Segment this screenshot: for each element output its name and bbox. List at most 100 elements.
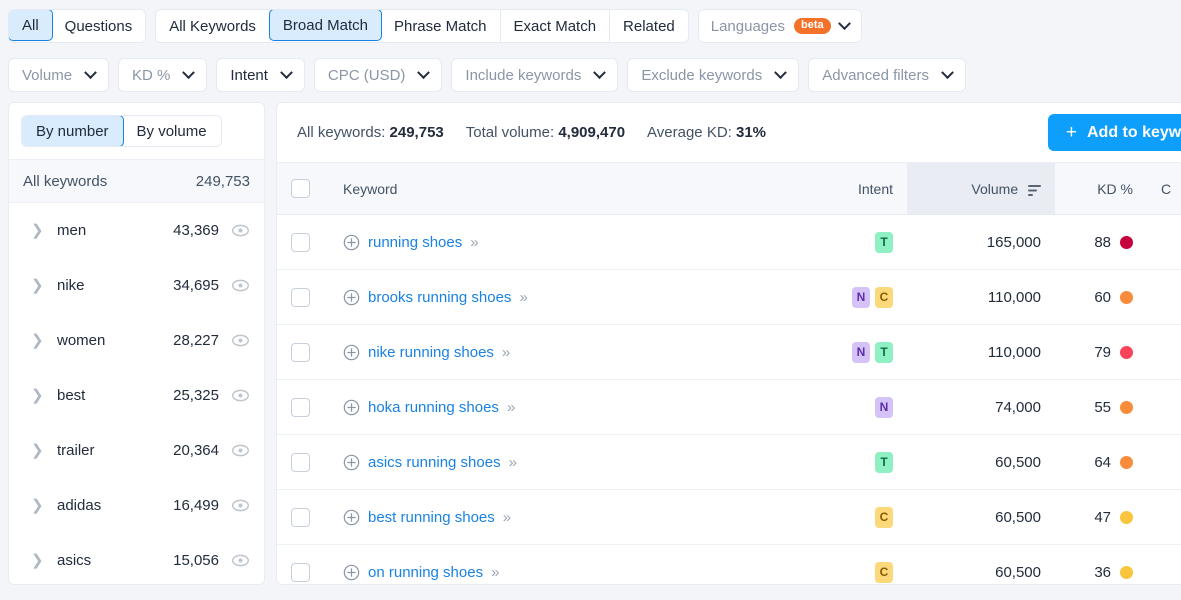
stat-average-kd-label: Average KD: bbox=[647, 124, 732, 141]
add-to-keyword-list-button[interactable]: + Add to keyword bbox=[1047, 114, 1181, 151]
kd-value: 55 bbox=[1094, 398, 1111, 416]
expand-keyword-icon[interactable]: » bbox=[509, 454, 517, 471]
filter-advanced-filters[interactable]: Advanced filters bbox=[808, 58, 966, 92]
tab-exact-match[interactable]: Exact Match bbox=[500, 10, 611, 42]
row-checkbox[interactable] bbox=[291, 562, 310, 582]
keyword-link[interactable]: on running shoes bbox=[368, 564, 483, 581]
table-row[interactable]: on running shoes » C 60,500 36 bbox=[277, 545, 1181, 585]
table-row[interactable]: brooks running shoes» N C 110,000 60 bbox=[277, 269, 1181, 325]
table-row[interactable]: hoka running shoes » N 74,000 55 bbox=[277, 379, 1181, 435]
add-keyword-icon[interactable] bbox=[343, 454, 360, 471]
add-keyword-icon[interactable] bbox=[343, 289, 360, 306]
select-all-checkbox[interactable] bbox=[291, 179, 310, 198]
chevron-right-icon[interactable]: ❯ bbox=[31, 553, 45, 568]
sidebar-toggle-wrap: By number By volume bbox=[9, 103, 264, 160]
visibility-eye-icon[interactable] bbox=[231, 331, 250, 350]
sidebar-item-asics[interactable]: ❯ asics 15,056 bbox=[9, 533, 264, 584]
sidebar-item-best[interactable]: ❯ best 25,325 bbox=[9, 368, 264, 423]
intent-badge-C[interactable]: C bbox=[875, 286, 893, 308]
sidebar-item-men[interactable]: ❯ men 43,369 bbox=[9, 203, 264, 258]
expand-keyword-icon[interactable]: » bbox=[507, 399, 515, 416]
sidebar-item-label: best bbox=[57, 387, 86, 404]
chevron-right-icon[interactable]: ❯ bbox=[31, 498, 45, 513]
intent-badge-T[interactable]: T bbox=[875, 231, 893, 253]
intent-badge-T[interactable]: T bbox=[875, 451, 893, 473]
expand-keyword-icon[interactable]: » bbox=[503, 509, 511, 526]
visibility-eye-icon[interactable] bbox=[231, 276, 250, 295]
filter-label: Volume bbox=[22, 66, 73, 84]
intent-badge-C[interactable]: C bbox=[875, 561, 893, 583]
row-checkbox[interactable] bbox=[291, 232, 310, 252]
filter-cpc-usd-[interactable]: CPC (USD) bbox=[313, 58, 443, 92]
add-keyword-icon[interactable] bbox=[343, 234, 360, 251]
chevron-right-icon[interactable]: ❯ bbox=[31, 223, 45, 238]
sidebar-item-nike[interactable]: ❯ nike 34,695 bbox=[9, 258, 264, 313]
chevron-right-icon[interactable]: ❯ bbox=[31, 278, 45, 293]
keyword-link[interactable]: hoka running shoes bbox=[368, 399, 499, 416]
chevron-right-icon[interactable]: ❯ bbox=[31, 443, 45, 458]
sidebar-item-label: nike bbox=[57, 277, 85, 294]
sidebar-item-women[interactable]: ❯ women 28,227 bbox=[9, 313, 264, 368]
chevron-right-icon[interactable]: ❯ bbox=[31, 388, 45, 403]
expand-keyword-icon[interactable]: » bbox=[491, 564, 499, 581]
header-intent[interactable]: Intent bbox=[797, 162, 907, 215]
kd-value: 88 bbox=[1094, 233, 1111, 251]
filter-exclude-keywords[interactable]: Exclude keywords bbox=[627, 58, 800, 92]
sidebar-item-adidas[interactable]: ❯ adidas 16,499 bbox=[9, 478, 264, 533]
add-keyword-icon[interactable] bbox=[343, 509, 360, 526]
intent-badge-N[interactable]: N bbox=[852, 341, 870, 363]
tab-phrase-match[interactable]: Phrase Match bbox=[380, 10, 501, 42]
expand-keyword-icon[interactable]: » bbox=[502, 344, 510, 361]
expand-keyword-icon[interactable]: » bbox=[519, 289, 527, 306]
filter-intent[interactable]: Intent bbox=[216, 58, 305, 92]
visibility-eye-icon[interactable] bbox=[231, 441, 250, 460]
keyword-link[interactable]: asics running shoes bbox=[368, 454, 501, 471]
visibility-eye-icon[interactable] bbox=[231, 221, 250, 240]
add-keyword-icon[interactable] bbox=[343, 344, 360, 361]
languages-dropdown[interactable]: Languages beta bbox=[697, 9, 862, 43]
kd-value: 36 bbox=[1094, 563, 1111, 581]
sort-mode-by-volume[interactable]: By volume bbox=[122, 116, 221, 146]
keyword-link[interactable]: brooks running shoes bbox=[368, 289, 511, 306]
header-cpc[interactable]: C bbox=[1147, 162, 1181, 215]
row-checkbox[interactable] bbox=[291, 452, 310, 472]
row-checkbox[interactable] bbox=[291, 287, 310, 307]
filter-kd-[interactable]: KD % bbox=[118, 58, 208, 92]
keyword-link[interactable]: best running shoes bbox=[368, 509, 495, 526]
keyword-link[interactable]: nike running shoes bbox=[368, 344, 494, 361]
add-keyword-icon[interactable] bbox=[343, 399, 360, 416]
sort-mode-by-number[interactable]: By number bbox=[21, 116, 124, 146]
visibility-eye-icon[interactable] bbox=[231, 551, 250, 570]
table-row[interactable]: best running shoes » C 60,500 47 bbox=[277, 489, 1181, 545]
visibility-eye-icon[interactable] bbox=[231, 386, 250, 405]
chevron-right-icon[interactable]: ❯ bbox=[31, 333, 45, 348]
header-kd[interactable]: KD % bbox=[1055, 162, 1147, 215]
intent-badge-N[interactable]: N bbox=[875, 396, 893, 418]
tab-all-keywords[interactable]: All Keywords bbox=[156, 10, 270, 42]
tab-broad-match[interactable]: Broad Match bbox=[268, 10, 382, 41]
filter-include-keywords[interactable]: Include keywords bbox=[451, 58, 619, 92]
header-volume[interactable]: Volume bbox=[907, 162, 1055, 215]
kd-difficulty-dot bbox=[1120, 400, 1133, 414]
intent-badge-T[interactable]: T bbox=[875, 341, 893, 363]
sidebar-all-keywords-row[interactable]: All keywords 249,753 bbox=[9, 160, 264, 203]
table-row[interactable]: asics running shoes » T 60,500 64 bbox=[277, 434, 1181, 490]
row-checkbox[interactable] bbox=[291, 397, 310, 417]
keyword-cell: nike running shoes » bbox=[329, 324, 797, 380]
header-keyword[interactable]: Keyword bbox=[329, 162, 797, 215]
visibility-eye-icon[interactable] bbox=[231, 496, 250, 515]
row-checkbox[interactable] bbox=[291, 342, 310, 362]
sidebar-item-trailer[interactable]: ❯ trailer 20,364 bbox=[9, 423, 264, 478]
tab-all[interactable]: All bbox=[9, 10, 53, 41]
intent-badge-C[interactable]: C bbox=[875, 506, 893, 528]
intent-badge-N[interactable]: N bbox=[852, 286, 870, 308]
row-checkbox[interactable] bbox=[291, 507, 310, 527]
expand-keyword-icon[interactable]: » bbox=[470, 234, 478, 251]
add-keyword-icon[interactable] bbox=[343, 564, 360, 581]
filter-volume[interactable]: Volume bbox=[8, 58, 110, 92]
keyword-link[interactable]: running shoes bbox=[368, 234, 462, 251]
table-row[interactable]: running shoes » T 165,000 88 bbox=[277, 214, 1181, 270]
tab-questions[interactable]: Questions bbox=[51, 10, 146, 42]
tab-related[interactable]: Related bbox=[610, 10, 688, 42]
table-row[interactable]: nike running shoes» N T 110,000 79 bbox=[277, 324, 1181, 380]
